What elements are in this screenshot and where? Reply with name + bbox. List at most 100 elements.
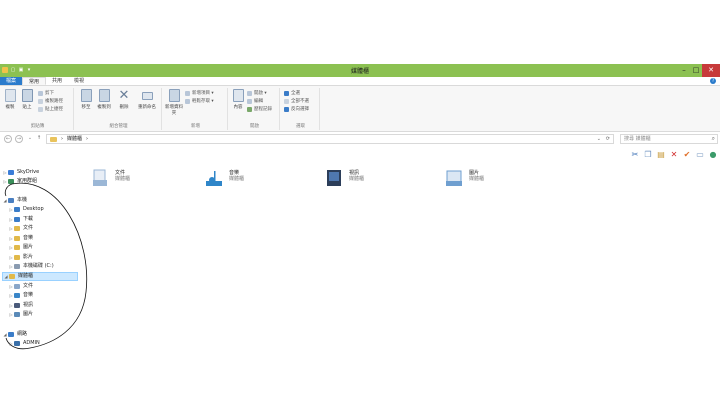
nav-item-libraries[interactable]: ◢ 媒體櫃 bbox=[2, 272, 78, 281]
group-organize: 移至 複製到 ✕ 刪除 重新命名 組合管理 bbox=[76, 88, 162, 130]
invert-selection-label: 反向選擇 bbox=[291, 107, 309, 112]
refresh-icon[interactable]: ⟳ bbox=[606, 135, 610, 143]
recent-dropdown-button[interactable]: ⌄ bbox=[26, 135, 34, 143]
search-icon[interactable]: ⌕ bbox=[712, 135, 715, 143]
new-item-button[interactable]: 新增項目 ▾ bbox=[185, 90, 214, 96]
pictures-icon bbox=[14, 312, 20, 317]
invert-selection-button[interactable]: 反向選擇 bbox=[284, 106, 309, 112]
nav-label: SkyDrive bbox=[17, 169, 40, 175]
nav-item-lib-pictures[interactable]: ▷ 圖片 bbox=[8, 310, 84, 319]
forward-button[interactable]: → bbox=[15, 135, 23, 143]
paste-button[interactable]: 貼上 bbox=[19, 89, 35, 110]
delete-x-icon: ✕ bbox=[118, 88, 130, 103]
library-documents[interactable]: 文件 媒體櫃 bbox=[90, 168, 200, 192]
nav-label: 本機磁碟 (C:) bbox=[23, 263, 54, 269]
nav-item-skydrive[interactable]: ▷ SkyDrive bbox=[2, 168, 78, 177]
paste-label: 貼上 bbox=[22, 105, 32, 110]
select-all-icon bbox=[284, 90, 289, 96]
nav-item-downloads[interactable]: ▷ 下載 bbox=[8, 215, 84, 224]
properties-icon bbox=[232, 89, 244, 102]
library-music[interactable]: 音樂 媒體櫃 bbox=[204, 168, 314, 192]
close-button[interactable]: ✕ bbox=[702, 64, 720, 77]
nav-item-music[interactable]: ▷ 音樂 bbox=[8, 234, 84, 243]
open-button[interactable]: 開啟 ▾ bbox=[247, 90, 267, 96]
tab-view[interactable]: 檢視 bbox=[68, 77, 90, 85]
cut-button[interactable]: 剪下 bbox=[38, 90, 54, 96]
new-folder-button[interactable]: 新增資料夾 bbox=[165, 89, 183, 116]
copy-label: 複製 bbox=[5, 105, 15, 110]
nav-label: ADMIN bbox=[23, 340, 40, 346]
search-input[interactable]: 搜尋 媒體櫃 ⌕ bbox=[620, 134, 718, 144]
cloud-icon bbox=[8, 170, 14, 175]
minimize-button[interactable]: – bbox=[678, 64, 690, 77]
address-row: ← → ⌄ ↑ › 媒體櫃 › ⌄ ⟳ 搜尋 媒體櫃 ⌕ bbox=[0, 134, 720, 145]
window-icon[interactable]: ▭ bbox=[695, 150, 705, 160]
delete-icon[interactable]: ✕ bbox=[669, 150, 679, 160]
nav-item-local-disk[interactable]: ▷ 本機磁碟 (C:) bbox=[8, 262, 84, 271]
library-text: 視訊 媒體櫃 bbox=[349, 168, 364, 192]
nav-item-videos[interactable]: ▷ 影片 bbox=[8, 253, 84, 262]
history-button[interactable]: 歷程記錄 bbox=[247, 106, 272, 112]
address-path[interactable]: 媒體櫃 bbox=[67, 135, 82, 143]
ribbon: 複製 貼上 剪下 複製路徑 貼上捷徑 剪貼簿 移至 複製到 ✕ 刪除 重新命名 … bbox=[0, 86, 720, 132]
tab-home[interactable]: 常用 bbox=[22, 77, 47, 85]
copy-path-button[interactable]: 複製路徑 bbox=[38, 98, 63, 104]
select-none-button[interactable]: 全部不選 bbox=[284, 98, 309, 104]
tab-file[interactable]: 檔案 bbox=[0, 77, 23, 85]
maximize-button[interactable]: □ bbox=[690, 64, 702, 77]
easy-access-button[interactable]: 輕鬆存取 ▾ bbox=[185, 98, 214, 104]
nav-label: 文件 bbox=[23, 225, 34, 231]
move-to-button[interactable]: 移至 bbox=[78, 89, 94, 110]
tab-share[interactable]: 共用 bbox=[46, 77, 68, 85]
properties-label: 內容 bbox=[233, 105, 243, 110]
nav-item-network[interactable]: ◢ 網路 bbox=[2, 330, 78, 339]
nav-item-documents[interactable]: ▷ 文件 bbox=[8, 224, 84, 233]
address-sep: › bbox=[86, 136, 89, 142]
cut-icon[interactable]: ✂ bbox=[630, 150, 640, 160]
up-button[interactable]: ↑ bbox=[35, 135, 43, 143]
nav-item-pictures[interactable]: ▷ 圖片 bbox=[8, 243, 84, 252]
nav-item-lib-videos[interactable]: ▷ 視訊 bbox=[8, 301, 84, 310]
rename-button[interactable]: 重新命名 bbox=[136, 89, 158, 110]
nav-item-lib-documents[interactable]: ▷ 文件 bbox=[8, 282, 84, 291]
nav-label: 圖片 bbox=[23, 311, 34, 317]
library-text: 文件 媒體櫃 bbox=[115, 168, 130, 192]
copy-button[interactable]: 複製 bbox=[2, 89, 18, 110]
address-bar[interactable]: › 媒體櫃 › ⌄ ⟳ bbox=[46, 134, 614, 144]
group-clipboard: 複製 貼上 剪下 複製路徑 貼上捷徑 剪貼簿 bbox=[2, 88, 74, 130]
library-pictures[interactable]: 圖片 媒體櫃 bbox=[444, 168, 554, 192]
nav-item-lib-music[interactable]: ▷ 音樂 bbox=[8, 291, 84, 300]
copy-icon bbox=[4, 89, 16, 102]
paste-icon[interactable]: ▤ bbox=[656, 150, 666, 160]
globe-icon[interactable]: ● bbox=[708, 150, 718, 160]
select-all-button[interactable]: 全選 bbox=[284, 90, 300, 96]
delete-button[interactable]: ✕ 刪除 bbox=[116, 89, 132, 110]
nav-label: 媒體櫃 bbox=[18, 273, 34, 279]
nav-item-admin[interactable]: ▷ ADMIN bbox=[8, 339, 84, 348]
help-icon[interactable]: ? bbox=[710, 78, 716, 84]
library-videos[interactable]: 視訊 媒體櫃 bbox=[324, 168, 434, 192]
copy-to-button[interactable]: 複製到 bbox=[96, 89, 112, 110]
edit-button[interactable]: 編輯 bbox=[247, 98, 263, 104]
nav-item-this-pc[interactable]: ◢ 本機 bbox=[2, 196, 78, 205]
title-bar[interactable]: ▢ ▣ ▾ 媒體櫃 – □ ✕ bbox=[0, 64, 720, 77]
group-label: 新增 bbox=[191, 124, 200, 129]
scissors-icon bbox=[38, 90, 43, 96]
check-icon[interactable]: ✔ bbox=[682, 150, 692, 160]
custom-toolbar: ✂ ❐ ▤ ✕ ✔ ▭ ● bbox=[630, 150, 718, 160]
invert-selection-icon bbox=[284, 106, 289, 112]
address-sep: › bbox=[61, 136, 63, 142]
properties-button[interactable]: 內容 bbox=[230, 89, 246, 110]
desktop-icon bbox=[14, 207, 20, 212]
nav-item-homegroup[interactable]: ▷ 家用群組 bbox=[2, 177, 78, 186]
easy-access-label: 輕鬆存取 ▾ bbox=[192, 99, 214, 104]
copy-to-label: 複製到 bbox=[97, 105, 111, 110]
back-button[interactable]: ← bbox=[4, 135, 12, 143]
nav-item-desktop[interactable]: ▷ Desktop bbox=[8, 205, 84, 214]
group-label: 開啟 bbox=[250, 124, 259, 129]
paste-shortcut-button[interactable]: 貼上捷徑 bbox=[38, 106, 63, 112]
address-dropdown-icon[interactable]: ⌄ bbox=[597, 135, 601, 143]
downloads-icon bbox=[14, 217, 20, 222]
group-select: 全選 全部不選 反向選擇 選取 bbox=[282, 88, 320, 130]
copy-icon[interactable]: ❐ bbox=[643, 150, 653, 160]
